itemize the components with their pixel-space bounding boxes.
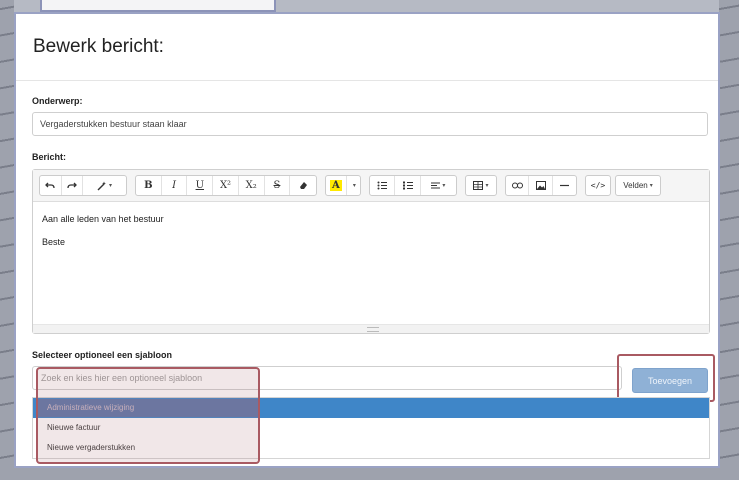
bold-button[interactable]: B <box>136 176 162 195</box>
resize-grip-icon <box>367 327 379 332</box>
message-line: Aan alle leden van het bestuur <box>42 214 164 224</box>
strikethrough-button[interactable]: S <box>265 176 291 195</box>
numbered-list-icon[interactable] <box>395 176 421 195</box>
color-dropdown-button[interactable]: ▾ <box>347 176 360 195</box>
fields-dropdown[interactable]: Velden ▾ <box>616 176 660 195</box>
subject-input[interactable] <box>32 112 708 136</box>
paragraph-group: ▾ <box>369 175 457 196</box>
code-view-icon[interactable]: </> <box>586 176 610 195</box>
align-icon[interactable]: ▾ <box>421 176 456 195</box>
message-line: Beste <box>42 237 66 247</box>
history-group: ▾ <box>39 175 127 196</box>
undo-icon[interactable] <box>40 176 62 195</box>
font-style-group: B I U X² X₂ S <box>135 175 317 196</box>
eraser-icon[interactable] <box>290 176 316 195</box>
edit-message-modal: Bewerk bericht: Onderwerp: Bericht: ▾ B … <box>14 12 720 468</box>
chevron-down-icon: ▾ <box>352 182 356 189</box>
chevron-down-icon: ▾ <box>442 182 446 189</box>
chevron-down-icon: ▾ <box>649 183 653 189</box>
background-left-edge <box>0 0 14 480</box>
editor-content[interactable]: Aan alle leden van het bestuur Beste <box>42 214 164 260</box>
message-label: Bericht: <box>32 152 67 162</box>
horizontal-rule-icon[interactable] <box>553 176 576 195</box>
redo-icon[interactable] <box>62 176 84 195</box>
link-icon[interactable] <box>506 176 530 195</box>
modal-title: Bewerk bericht: <box>33 36 164 57</box>
color-letter: A <box>330 180 342 191</box>
superscript-button[interactable]: X² <box>213 176 239 195</box>
background-bottom-edge <box>0 466 739 480</box>
subscript-button[interactable]: X₂ <box>239 176 265 195</box>
editor-resize-handle[interactable] <box>33 324 709 333</box>
image-icon[interactable] <box>529 176 553 195</box>
background-search-box <box>40 0 276 12</box>
fields-group: Velden ▾ <box>615 175 661 196</box>
editor-toolbar: ▾ B I U X² X₂ S A ▾ ▾ ▾ </> Velden ▾ <box>33 170 709 202</box>
background-right-edge <box>719 0 739 480</box>
template-label: Selecteer optioneel een sjabloon <box>32 350 173 360</box>
table-icon[interactable]: ▾ <box>466 176 496 195</box>
subject-label: Onderwerp: <box>32 96 83 106</box>
table-group: ▾ <box>465 175 497 196</box>
apply-button-highlight <box>617 354 715 402</box>
text-color-button[interactable]: A <box>326 176 347 195</box>
insert-group <box>505 175 577 196</box>
underline-button[interactable]: U <box>187 176 214 195</box>
chevron-down-icon: ▾ <box>485 182 489 189</box>
color-group: A ▾ <box>325 175 361 196</box>
bullet-list-icon[interactable] <box>370 176 396 195</box>
fields-label: Velden <box>623 181 648 190</box>
code-group: </> <box>585 175 611 196</box>
template-dropdown-highlight <box>36 367 260 464</box>
rich-text-editor: ▾ B I U X² X₂ S A ▾ ▾ ▾ </> Velden ▾ Aan… <box>32 169 710 334</box>
modal-header-divider <box>16 80 718 81</box>
italic-button[interactable]: I <box>162 176 188 195</box>
magic-wand-icon[interactable]: ▾ <box>83 176 126 195</box>
chevron-down-icon: ▾ <box>109 182 113 189</box>
